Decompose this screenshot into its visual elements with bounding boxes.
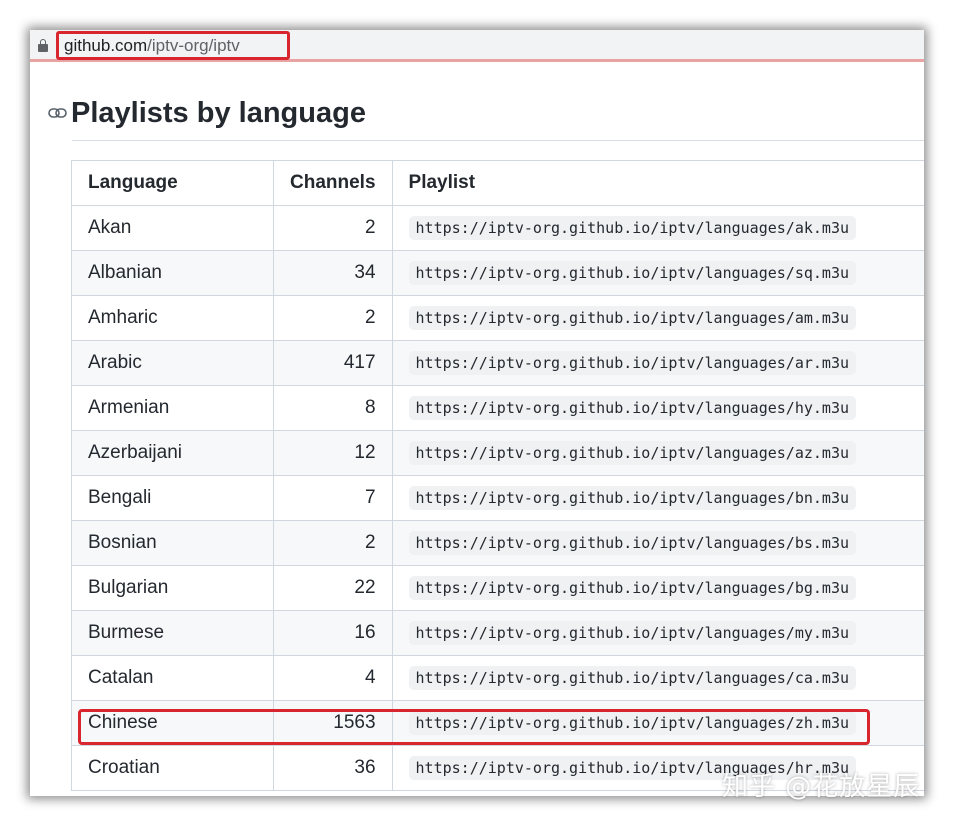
language-cell: Catalan: [71, 655, 274, 701]
playlist-url[interactable]: https://iptv-org.github.io/iptv/language…: [408, 441, 857, 465]
playlist-url[interactable]: https://iptv-org.github.io/iptv/language…: [408, 486, 857, 510]
playlist-cell: https://iptv-org.github.io/iptv/language…: [391, 430, 924, 476]
language-cell: Chinese: [71, 700, 274, 746]
table-row: Bulgarian 22 https://iptv-org.github.io/ip…: [71, 565, 924, 611]
page-title: Playlists by language: [71, 97, 366, 129]
language-cell: Azerbaijani: [71, 430, 274, 476]
playlist-cell: https://iptv-org.github.io/iptv/language…: [391, 295, 924, 341]
playlist-url[interactable]: https://iptv-org.github.io/iptv/language…: [408, 396, 857, 420]
playlist-cell: https://iptv-org.github.io/iptv/language…: [391, 250, 924, 296]
browser-window: github.com/iptv-org/iptv Playlists by la…: [30, 30, 924, 796]
table-row: Armenian 8 https://iptv-org.github.io/iptv…: [71, 385, 924, 431]
table-row: Chinese 1563 https://iptv-org.github.io/ip…: [71, 700, 924, 746]
playlist-url[interactable]: https://iptv-org.github.io/iptv/language…: [408, 306, 857, 330]
language-cell: Bosnian: [71, 520, 274, 566]
playlist-cell: https://iptv-org.github.io/iptv/language…: [391, 475, 924, 521]
playlist-url[interactable]: https://iptv-org.github.io/iptv/language…: [408, 351, 857, 375]
channels-cell: 36: [273, 745, 393, 791]
heading-divider: [72, 140, 924, 141]
channels-cell: 1563: [273, 700, 393, 746]
url-path: /iptv-org/iptv: [147, 36, 240, 55]
lock-icon[interactable]: [38, 39, 48, 52]
table-row: Bosnian 2 https://iptv-org.github.io/iptv/…: [71, 520, 924, 566]
playlist-cell: https://iptv-org.github.io/iptv/language…: [391, 655, 924, 701]
table-header-row: Language Channels Playlist: [71, 160, 924, 206]
playlist-cell: https://iptv-org.github.io/iptv/language…: [391, 610, 924, 656]
channels-cell: 22: [273, 565, 393, 611]
playlist-url[interactable]: https://iptv-org.github.io/iptv/language…: [408, 666, 857, 690]
playlist-cell: https://iptv-org.github.io/iptv/language…: [391, 385, 924, 431]
table-row: Burmese 16 https://iptv-org.github.io/iptv…: [71, 610, 924, 656]
table-row: Akan 2 https://iptv-org.github.io/iptv/lan…: [71, 205, 924, 251]
table-row: Bengali 7 https://iptv-org.github.io/iptv/…: [71, 475, 924, 521]
playlist-url[interactable]: https://iptv-org.github.io/iptv/language…: [408, 531, 857, 555]
channels-cell: 2: [273, 520, 393, 566]
playlist-url[interactable]: https://iptv-org.github.io/iptv/language…: [408, 261, 857, 285]
language-cell: Albanian: [71, 250, 274, 296]
language-cell: Burmese: [71, 610, 274, 656]
table-row: Catalan 4 https://iptv-org.github.io/iptv/…: [71, 655, 924, 701]
language-cell: Armenian: [71, 385, 274, 431]
table-row: Albanian 34 https://iptv-org.github.io/ipt…: [71, 250, 924, 296]
channels-cell: 16: [273, 610, 393, 656]
playlist-cell: https://iptv-org.github.io/iptv/language…: [391, 520, 924, 566]
playlist-url[interactable]: https://iptv-org.github.io/iptv/language…: [408, 711, 857, 735]
header-channels: Channels: [273, 160, 393, 206]
channels-cell: 417: [273, 340, 393, 386]
table-row: Amharic 2 https://iptv-org.github.io/iptv/…: [71, 295, 924, 341]
header-language: Language: [71, 160, 274, 206]
channels-cell: 2: [273, 295, 393, 341]
playlist-cell: https://iptv-org.github.io/iptv/language…: [391, 205, 924, 251]
channels-cell: 34: [273, 250, 393, 296]
playlist-cell: https://iptv-org.github.io/iptv/language…: [391, 700, 924, 746]
channels-cell: 2: [273, 205, 393, 251]
address-bar[interactable]: github.com/iptv-org/iptv: [30, 30, 924, 62]
language-cell: Croatian: [71, 745, 274, 791]
watermark: 知乎 @花放星辰: [722, 772, 921, 802]
language-cell: Bulgarian: [71, 565, 274, 611]
channels-cell: 8: [273, 385, 393, 431]
table-body: Akan 2 https://iptv-org.github.io/iptv/lan…: [71, 205, 924, 791]
link-icon[interactable]: [48, 105, 68, 121]
playlist-cell: https://iptv-org.github.io/iptv/language…: [391, 565, 924, 611]
language-cell: Bengali: [71, 475, 274, 521]
channels-cell: 4: [273, 655, 393, 701]
playlist-url[interactable]: https://iptv-org.github.io/iptv/language…: [408, 621, 857, 645]
channels-cell: 7: [273, 475, 393, 521]
channels-cell: 12: [273, 430, 393, 476]
table-row: Azerbaijani 12 https://iptv-org.github.io/…: [71, 430, 924, 476]
playlist-url[interactable]: https://iptv-org.github.io/iptv/language…: [408, 576, 857, 600]
table-row: Arabic 417 https://iptv-org.github.io/iptv…: [71, 340, 924, 386]
section-heading: Playlists by language: [48, 96, 366, 130]
language-cell: Amharic: [71, 295, 274, 341]
url-field[interactable]: github.com/iptv-org/iptv: [56, 31, 290, 60]
header-playlist: Playlist: [391, 160, 924, 206]
url-host: github.com: [64, 36, 148, 55]
playlist-url[interactable]: https://iptv-org.github.io/iptv/language…: [408, 216, 857, 240]
language-cell: Arabic: [71, 340, 274, 386]
playlists-table: Language Channels Playlist Akan 2 https://…: [71, 160, 924, 791]
playlist-cell: https://iptv-org.github.io/iptv/language…: [391, 340, 924, 386]
language-cell: Akan: [71, 205, 274, 251]
